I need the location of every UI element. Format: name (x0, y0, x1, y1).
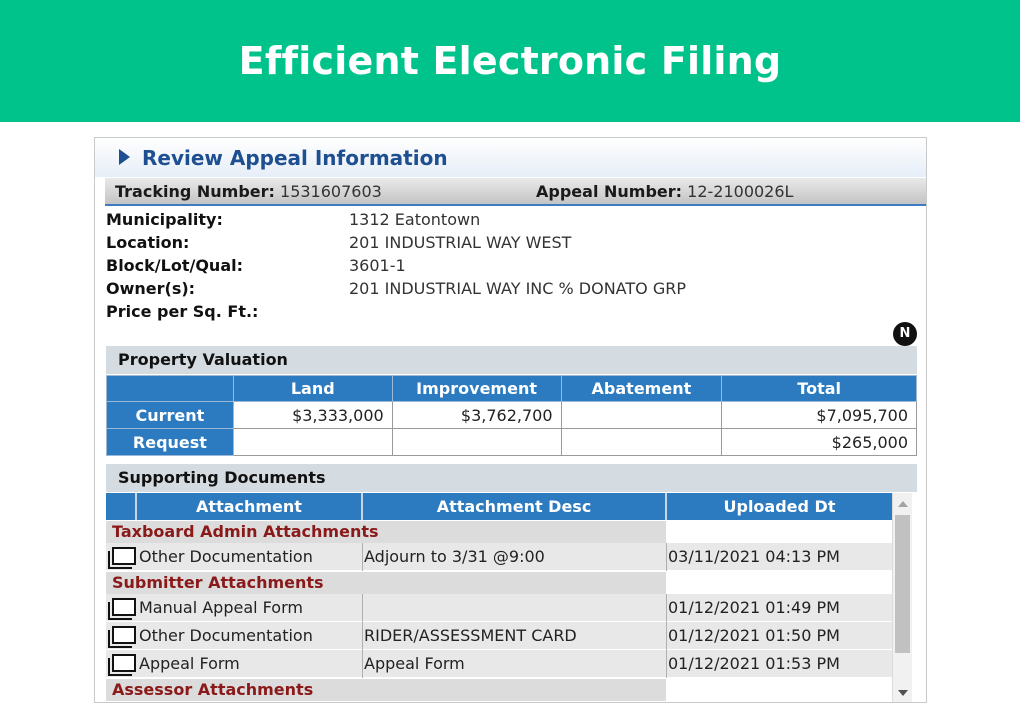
panel-title: Review Appeal Information (142, 146, 448, 170)
col-attachment-desc[interactable]: Attachment Desc (363, 493, 667, 520)
col-total: Total (721, 375, 917, 402)
tracking-bar: Tracking Number: 1531607603 Appeal Numbe… (105, 178, 926, 206)
valuation-row-request: Request $265,000 (106, 428, 917, 456)
info-value: 1312 Eatontown (349, 210, 481, 229)
col-icon-header (106, 493, 137, 520)
valuation-heading: Property Valuation (106, 346, 917, 374)
valuation-cell (232, 428, 393, 456)
info-value: 201 INDUSTRIAL WAY INC % DONATO GRP (349, 279, 686, 298)
group-spacer (667, 521, 892, 543)
scroll-up-icon[interactable] (898, 501, 908, 507)
appeal-value: 12-2100026L (687, 182, 794, 201)
column-divider (666, 622, 667, 650)
banner-title: Efficient Electronic Filing (238, 39, 782, 83)
valuation-cell (560, 401, 723, 429)
col-attachment[interactable]: Attachment (137, 493, 363, 520)
n-badge-icon[interactable]: N (893, 322, 917, 346)
tracking-label: Tracking Number: (115, 182, 275, 201)
valuation-cell (391, 428, 562, 456)
valuation-row-current: Current $3,333,000 $3,762,700 $7,095,700 (106, 401, 917, 429)
valuation-cell: $7,095,700 (721, 401, 917, 429)
document-icon-front (108, 658, 132, 676)
scroll-down-icon[interactable] (898, 690, 908, 696)
info-label: Location: (106, 233, 190, 252)
document-icon[interactable] (108, 626, 136, 648)
table-row[interactable]: Manual Appeal Form 01/12/2021 01:49 PM (106, 594, 892, 622)
banner: Efficient Electronic Filing (0, 0, 1020, 122)
panel-header: Review Appeal Information (95, 138, 926, 177)
valuation-table: Land Improvement Abatement Total Current… (106, 375, 917, 456)
column-divider (666, 650, 667, 678)
info-label: Price per Sq. Ft.: (106, 302, 259, 321)
column-divider (666, 543, 667, 571)
info-value: 201 INDUSTRIAL WAY WEST (349, 233, 572, 252)
document-icon[interactable] (108, 654, 136, 676)
tracking-number: Tracking Number: 1531607603 (115, 182, 382, 201)
appeal-window: Review Appeal Information Tracking Numbe… (94, 137, 927, 703)
row-label: Request (106, 428, 234, 456)
tracking-value: 1531607603 (280, 182, 382, 201)
info-value: 3601-1 (349, 256, 406, 275)
group-spacer (667, 679, 892, 701)
documents-grid: Attachment Attachment Desc Uploaded Dt T… (106, 493, 904, 702)
table-row[interactable]: Other Documentation RIDER/ASSESSMENT CAR… (106, 622, 892, 650)
document-icon-front (108, 551, 132, 569)
row-label: Current (106, 401, 234, 429)
attachment-desc: RIDER/ASSESSMENT CARD (364, 626, 577, 645)
attachment-name[interactable]: Other Documentation (139, 626, 313, 645)
uploaded-date: 03/11/2021 04:13 PM (668, 547, 840, 566)
group-spacer (667, 572, 892, 594)
documents-scrollbar[interactable] (892, 493, 912, 702)
valuation-header-row: Land Improvement Abatement Total (106, 375, 917, 402)
table-row[interactable]: Appeal Form Appeal Form 01/12/2021 01:53… (106, 650, 892, 678)
document-icon-front (108, 630, 132, 648)
scroll-thumb[interactable] (895, 515, 910, 653)
attachment-name[interactable]: Other Documentation (139, 547, 313, 566)
expand-arrow-icon[interactable] (119, 149, 130, 165)
valuation-cell: $3,333,000 (232, 401, 393, 429)
valuation-cell (560, 428, 723, 456)
attachment-name[interactable]: Appeal Form (139, 654, 240, 673)
column-divider (362, 594, 363, 622)
appeal-label: Appeal Number: (536, 182, 683, 201)
attachment-desc: Appeal Form (364, 654, 465, 673)
group-assessor: Assessor Attachments (106, 679, 666, 701)
column-divider (666, 594, 667, 622)
info-label: Owner(s): (106, 279, 196, 298)
column-divider (362, 622, 363, 650)
documents-heading: Supporting Documents (106, 464, 917, 492)
valuation-cell: $265,000 (721, 428, 917, 456)
table-row[interactable]: Other Documentation Adjourn to 3/31 @9:0… (106, 543, 892, 571)
group-taxboard-admin: Taxboard Admin Attachments (106, 521, 666, 543)
col-improvement: Improvement (391, 375, 562, 402)
info-label: Municipality: (106, 210, 223, 229)
appeal-number: Appeal Number: 12-2100026L (536, 182, 793, 201)
uploaded-date: 01/12/2021 01:53 PM (668, 654, 840, 673)
valuation-cell: $3,762,700 (391, 401, 562, 429)
document-icon[interactable] (108, 598, 136, 620)
document-icon[interactable] (108, 547, 136, 569)
uploaded-date: 01/12/2021 01:49 PM (668, 598, 840, 617)
column-divider (362, 650, 363, 678)
uploaded-date: 01/12/2021 01:50 PM (668, 626, 840, 645)
info-label: Block/Lot/Qual: (106, 256, 243, 275)
valuation-corner (106, 375, 234, 402)
attachment-desc: Adjourn to 3/31 @9:00 (364, 547, 545, 566)
col-abatement: Abatement (560, 375, 723, 402)
attachment-name[interactable]: Manual Appeal Form (139, 598, 303, 617)
document-icon-front (108, 602, 132, 620)
column-divider (362, 543, 363, 571)
col-land: Land (232, 375, 393, 402)
group-submitter: Submitter Attachments (106, 572, 666, 594)
col-uploaded-dt[interactable]: Uploaded Dt (667, 493, 892, 520)
